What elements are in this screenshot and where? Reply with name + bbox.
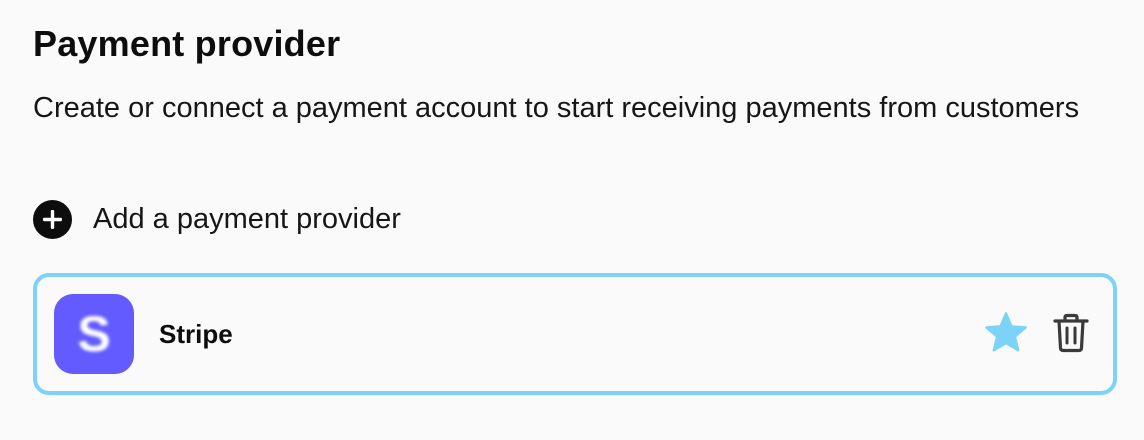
add-payment-provider-button[interactable]: Add a payment provider [33,197,401,241]
plus-circle-icon [33,199,72,239]
delete-provider-button[interactable] [1048,311,1094,359]
section-description: Create or connect a payment account to s… [33,92,1080,124]
set-default-button[interactable] [982,311,1030,359]
stripe-logo: S [54,294,134,374]
star-icon [983,311,1029,360]
section-title: Payment provider [33,23,341,64]
stripe-logo-letter: S [77,306,111,362]
provider-name: Stripe [159,319,233,349]
trash-icon [1053,313,1089,358]
add-payment-provider-label: Add a payment provider [93,202,401,235]
provider-card-stripe[interactable]: S Stripe [33,273,1117,395]
